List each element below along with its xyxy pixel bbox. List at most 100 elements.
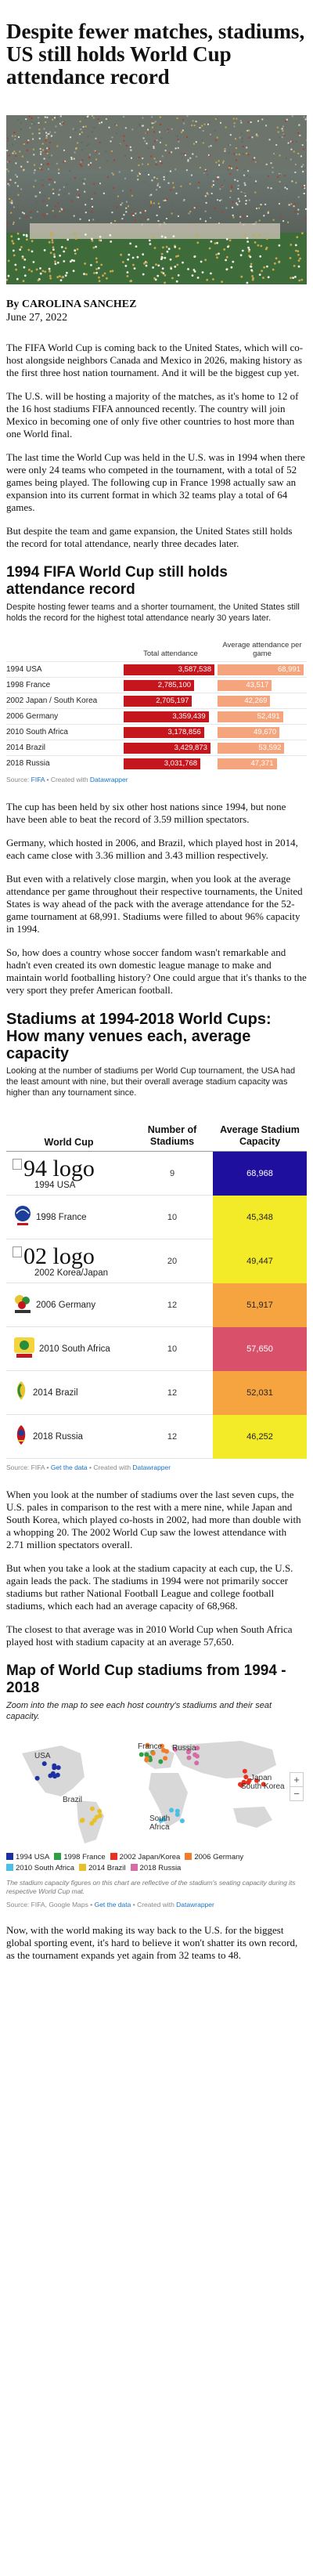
legend-swatch: [79, 1864, 86, 1871]
germany-emblem-icon: [13, 1293, 33, 1317]
stadium-marker[interactable]: [242, 1768, 247, 1774]
stadium-crowd-image: [6, 115, 307, 284]
world-cup-cell: 2006 Germany: [6, 1293, 131, 1317]
stadium-map[interactable]: USA France Russia Japan South Korea Braz…: [6, 1730, 307, 1847]
avg-attendance-bar-cell: 53,592: [218, 742, 307, 754]
map-label-france: France: [138, 1742, 163, 1751]
data-label: 3,587,538: [178, 664, 211, 674]
datawrapper-link[interactable]: Datawrapper: [90, 776, 128, 783]
map-source: Source: FIFA, Google Maps • Get the data…: [6, 1901, 214, 1908]
avg-attendance-bar: 42,269: [218, 695, 271, 707]
headline: Despite fewer matches, stadiums, US stil…: [6, 20, 305, 89]
host-label: 2002 Japan / South Korea: [6, 696, 98, 705]
total-attendance-bar-cell: 2,785,100: [124, 679, 218, 691]
broken-logo-icon: 94 logo: [13, 1156, 131, 1181]
paragraph: When you look at the number of stadiums …: [6, 1489, 301, 1550]
stadium-marker[interactable]: [169, 1807, 174, 1813]
stadium-marker[interactable]: [139, 1752, 144, 1757]
world-cup-cell: 94 logo 1994 USA: [6, 1156, 131, 1190]
get-data-link[interactable]: Get the data: [51, 1463, 88, 1471]
world-cup-cell: 2010 South Africa: [6, 1336, 131, 1362]
stadiums-table-title: Stadiums at 1994-2018 World Cups: How ma…: [6, 1011, 272, 1062]
stadium-marker[interactable]: [164, 1749, 169, 1754]
avg-capacity-cell: 57,650: [213, 1326, 307, 1371]
stadium-marker[interactable]: [243, 1775, 249, 1780]
africa-emblem-icon: [13, 1336, 36, 1362]
total-attendance-bar-cell: 2,705,197: [124, 695, 218, 707]
avg-attendance-bar-cell: 49,670: [218, 726, 307, 738]
zoom-in-button[interactable]: +: [290, 1773, 303, 1786]
stadium-marker[interactable]: [41, 1761, 47, 1767]
stadium-marker[interactable]: [52, 1765, 57, 1771]
data-label: 47,371: [250, 758, 274, 768]
article: Despite fewer matches, stadiums, US stil…: [0, 20, 313, 1962]
get-data-link[interactable]: Get the data: [95, 1901, 131, 1908]
avg-capacity-cell: 51,917: [213, 1283, 307, 1327]
world-cup-name: 2010 South Africa: [39, 1344, 110, 1354]
avg-capacity-cell: 49,447: [213, 1239, 307, 1283]
legend-label: 2006 Germany: [194, 1853, 244, 1861]
legend-swatch: [6, 1864, 13, 1871]
host-label: 1994 USA: [6, 665, 42, 674]
map-label-brazil: Brazil: [63, 1796, 83, 1804]
avg-attendance-bar-cell: 42,269: [218, 695, 307, 707]
attendance-chart-subtitle: Despite hosting fewer teams and a shorte…: [6, 602, 300, 623]
stadium-marker[interactable]: [97, 1808, 103, 1814]
total-attendance-bar: 3,429,873: [124, 742, 210, 754]
stadium-row: 2010 South Africa 10 57,650: [6, 1326, 307, 1371]
avg-capacity-cell: 52,031: [213, 1370, 307, 1415]
datawrapper-link[interactable]: Datawrapper: [176, 1901, 214, 1908]
stadium-marker[interactable]: [80, 1818, 85, 1823]
world-cup-name: 2002 Korea/Japan: [34, 1268, 108, 1278]
data-label: 42,269: [244, 696, 268, 705]
avg-attendance-bar: 47,371: [218, 758, 277, 769]
stadiums-table: World Cup Number of Stadiums Average Sta…: [6, 1106, 307, 1459]
stadium-marker[interactable]: [90, 1806, 95, 1811]
stadium-marker[interactable]: [194, 1760, 200, 1766]
stadium-marker[interactable]: [144, 1757, 149, 1763]
attendance-row: 2018 Russia 3,031,768 47,371: [6, 755, 307, 771]
stadium-marker[interactable]: [56, 1765, 61, 1771]
data-label: 68,991: [277, 664, 300, 674]
data-label: 49,670: [254, 727, 277, 736]
stadium-marker[interactable]: [158, 1759, 164, 1764]
world-cup-cell: 02 logo 2002 Korea/Japan: [6, 1244, 131, 1278]
avg-attendance-bar: 49,670: [218, 726, 280, 738]
world-cup-name: 2014 Brazil: [33, 1387, 78, 1398]
legend-label: 2010 South Africa: [16, 1864, 74, 1872]
stadium-marker[interactable]: [163, 1756, 168, 1761]
stadium-marker[interactable]: [195, 1753, 200, 1759]
data-label: 2,785,100: [157, 680, 192, 689]
avg-attendance-bar: 52,491: [218, 711, 283, 722]
num-stadiums-cell: 12: [167, 1387, 178, 1398]
legend-swatch: [110, 1853, 117, 1860]
stadium-marker[interactable]: [92, 1818, 97, 1823]
avg-attendance-bar-cell: 52,491: [218, 711, 307, 722]
total-attendance-header: Total attendance: [143, 649, 198, 658]
avg-attendance-bar-cell: 43,517: [218, 679, 307, 691]
stadium-row: 2018 Russia 12 46,252: [6, 1414, 307, 1459]
stadium-marker[interactable]: [34, 1775, 40, 1781]
brazil-emblem-icon: [13, 1380, 30, 1406]
paragraph: The FIFA World Cup is coming back to the…: [6, 342, 304, 378]
zoom-out-button[interactable]: −: [290, 1786, 303, 1800]
legend-label: 1998 France: [63, 1853, 106, 1861]
attendance-table-header: Total attendance Average attendance per …: [6, 630, 307, 661]
paragraph: The cup has been held by six other host …: [6, 801, 286, 825]
stadium-row: 94 logo 1994 USA 9 68,968: [6, 1151, 307, 1196]
datawrapper-link[interactable]: Datawrapper: [132, 1463, 171, 1471]
stadium-marker[interactable]: [150, 1750, 156, 1756]
map-label-usa: USA: [34, 1752, 51, 1760]
world-cup-name: 1998 France: [36, 1212, 87, 1222]
paragraph: Now, with the world making its way back …: [6, 1924, 298, 1961]
source-link[interactable]: FIFA: [31, 776, 45, 783]
avg-attendance-bar: 43,517: [218, 679, 272, 691]
stadium-marker[interactable]: [186, 1755, 192, 1760]
stadium-marker[interactable]: [55, 1772, 60, 1778]
num-stadiums-cell: 12: [167, 1431, 178, 1442]
avg-attendance-bar-cell: 47,371: [218, 758, 307, 769]
broken-logo-icon: 02 logo: [13, 1244, 131, 1268]
stadiums-source: Source: FIFA • Get the data • Created wi…: [6, 1463, 171, 1471]
publish-date: June 27, 2022: [6, 312, 68, 324]
total-attendance-bar: 2,785,100: [124, 679, 195, 691]
